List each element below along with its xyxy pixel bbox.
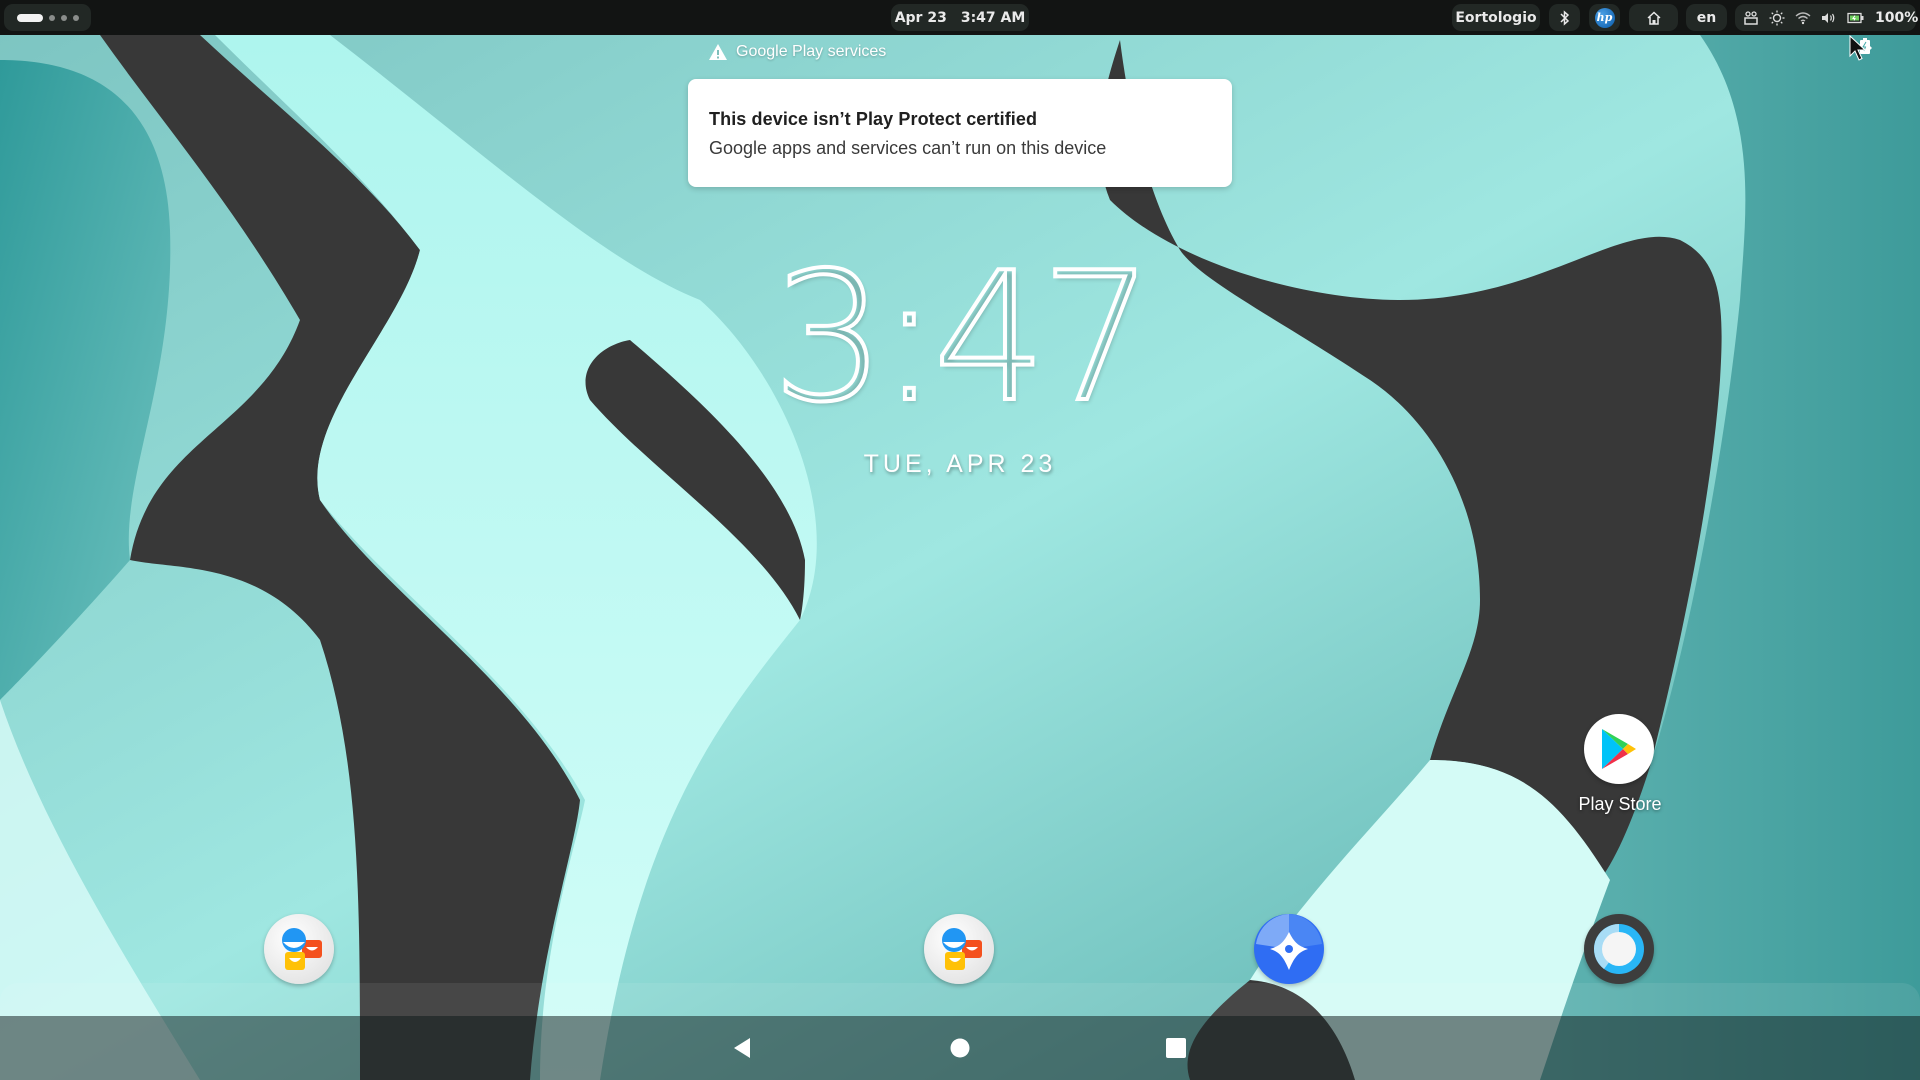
camera-lens-icon — [1594, 924, 1644, 974]
workspace-indicator[interactable] — [48, 14, 55, 21]
play-protect-notification[interactable]: This device isn’t Play Protect certified… — [688, 79, 1232, 187]
play-store-label[interactable]: Play Store — [1540, 794, 1700, 815]
back-button[interactable] — [726, 1032, 758, 1064]
battery-percent: 100% — [1875, 9, 1919, 26]
panel-date: Apr 23 — [894, 9, 947, 26]
home-nav-button[interactable] — [944, 1032, 976, 1064]
workspace-indicator[interactable] — [60, 14, 67, 21]
dock — [0, 983, 1920, 1016]
hp-icon: hp — [1594, 7, 1615, 28]
brightness-icon — [1769, 10, 1785, 26]
workspace-indicator-active[interactable] — [16, 13, 43, 22]
compass-icon — [1256, 914, 1322, 970]
warning-icon — [709, 44, 727, 60]
contacts-app-2[interactable] — [924, 914, 994, 984]
notification-body: Google apps and services can’t run on th… — [709, 138, 1107, 158]
recents-button[interactable] — [1160, 1032, 1192, 1064]
clock-widget-date[interactable]: TUE, APR 23 — [760, 450, 1160, 479]
top-panel: Apr 23 3:47 AM Eortologio hp en 100% — [0, 0, 1920, 35]
panel-time: 3:47 AM — [960, 9, 1026, 26]
contacts-icon — [942, 928, 982, 970]
wifi-icon — [1795, 11, 1811, 25]
home-button[interactable] — [1629, 4, 1678, 31]
notification-app-name: Google Play services — [736, 43, 887, 60]
workspace-indicator[interactable] — [72, 14, 79, 21]
compass-app[interactable] — [1254, 914, 1324, 984]
activities-button[interactable] — [4, 4, 91, 31]
contacts-app[interactable] — [264, 914, 334, 984]
camera-app[interactable] — [1584, 914, 1654, 984]
mouse-cursor — [1849, 35, 1872, 61]
play-store-app[interactable] — [1584, 714, 1654, 784]
contacts-icon — [282, 928, 322, 970]
home-circle-icon — [950, 1038, 970, 1058]
play-store-icon — [1602, 729, 1636, 769]
back-icon — [734, 1038, 750, 1058]
notification-title: This device isn’t Play Protect certified — [709, 109, 1038, 129]
system-menu-button[interactable]: 100% — [1735, 4, 1919, 31]
eortologio-label: Eortologio — [1455, 9, 1537, 26]
clock-widget-time[interactable]: 3:47 — [760, 246, 1160, 430]
language-switcher[interactable]: en — [1686, 4, 1727, 31]
volume-icon — [1821, 11, 1837, 25]
date-time-button[interactable]: Apr 23 3:47 AM — [891, 4, 1029, 31]
battery-charging-icon — [1847, 12, 1865, 24]
language-label: en — [1696, 9, 1717, 26]
home-icon — [1646, 10, 1661, 25]
bluetooth-button[interactable] — [1549, 4, 1580, 31]
screen-recorder-icon — [1743, 10, 1759, 26]
eortologio-extension-button[interactable]: Eortologio — [1452, 4, 1540, 31]
notification-header: Google Play services — [708, 42, 886, 62]
bluetooth-icon — [1559, 9, 1569, 26]
recents-square-icon — [1166, 1038, 1186, 1058]
hp-printer-button[interactable]: hp — [1589, 4, 1620, 31]
